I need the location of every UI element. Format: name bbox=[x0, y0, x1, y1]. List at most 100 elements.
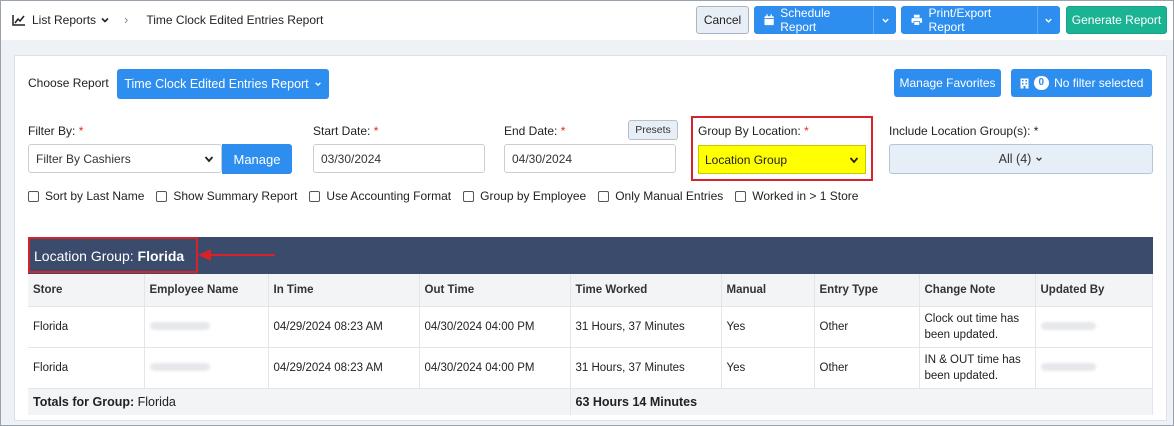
include-location-groups-select[interactable]: All (4) bbox=[889, 144, 1153, 174]
chevron-right-icon: › bbox=[124, 12, 129, 27]
cell-employee-name bbox=[144, 305, 269, 347]
filter-by-select[interactable]: Filter By Cashiers bbox=[28, 144, 222, 173]
calendar-icon bbox=[764, 14, 774, 26]
checkbox-sort-by-last-name[interactable]: Sort by Last Name bbox=[28, 189, 144, 203]
checkbox-label: Group by Employee bbox=[480, 189, 587, 203]
report-table: Store Employee Name In Time Out Time Tim… bbox=[28, 274, 1153, 415]
col-updated-by[interactable]: Updated By bbox=[1035, 274, 1153, 306]
col-manual[interactable]: Manual bbox=[721, 274, 815, 306]
chevron-down-icon[interactable] bbox=[1036, 6, 1060, 34]
checkbox-box[interactable] bbox=[463, 190, 475, 202]
chevron-down-icon bbox=[1036, 157, 1043, 162]
end-date-label-text: End Date: bbox=[504, 124, 558, 138]
checkbox-label: Use Accounting Format bbox=[326, 189, 452, 203]
chevron-down-icon bbox=[314, 82, 321, 87]
cell-manual: Yes bbox=[721, 346, 815, 388]
start-date-input[interactable]: 03/30/2024 bbox=[313, 144, 485, 173]
chevron-down-icon[interactable] bbox=[873, 6, 896, 34]
col-in-time[interactable]: In Time bbox=[268, 274, 420, 306]
col-out-time[interactable]: Out Time bbox=[419, 274, 571, 306]
col-entry-type[interactable]: Entry Type bbox=[814, 274, 920, 306]
col-store[interactable]: Store bbox=[28, 274, 145, 306]
checkbox-only-manual-entries[interactable]: Only Manual Entries bbox=[598, 189, 723, 203]
end-date-label: End Date: * bbox=[504, 124, 565, 138]
include-location-groups-value: All (4) bbox=[998, 152, 1032, 166]
presets-button[interactable]: Presets bbox=[628, 120, 678, 140]
cell-out-time: 04/30/2024 04:00 PM bbox=[419, 346, 571, 388]
schedule-report-label: Schedule Report bbox=[780, 6, 831, 34]
generate-report-button[interactable]: Generate Report bbox=[1066, 6, 1167, 34]
chevron-down-icon bbox=[204, 155, 214, 162]
print-export-button[interactable]: Print/Export Report bbox=[901, 6, 1060, 34]
include-location-groups-label: Include Location Group(s): * bbox=[889, 124, 1038, 138]
cell-employee-name bbox=[144, 346, 269, 388]
annotation-highlight-box bbox=[28, 237, 198, 273]
cell-change-note: IN & OUT time has been updated. bbox=[919, 346, 1036, 388]
checkbox-box[interactable] bbox=[598, 190, 610, 202]
start-date-label: Start Date: * bbox=[313, 124, 378, 138]
print-export-label: Print/Export Report bbox=[928, 6, 992, 34]
filter-by-label: Filter By: * bbox=[28, 124, 83, 138]
choose-report-value: Time Clock Edited Entries Report bbox=[124, 77, 309, 91]
redacted-text bbox=[1040, 321, 1096, 330]
checkbox-label: Only Manual Entries bbox=[615, 189, 724, 203]
table-row: Florida 04/29/2024 08:23 AM 04/30/2024 0… bbox=[28, 346, 1153, 388]
checkbox-use-accounting-format[interactable]: Use Accounting Format bbox=[309, 189, 451, 203]
cell-entry-type: Other bbox=[814, 346, 920, 388]
redacted-text bbox=[1040, 362, 1096, 371]
cell-change-note: Clock out time has been updated. bbox=[919, 305, 1036, 347]
end-date-input[interactable]: 04/30/2024 bbox=[504, 144, 676, 173]
list-reports-menu[interactable]: List Reports bbox=[32, 13, 96, 27]
cell-in-time: 04/29/2024 08:23 AM bbox=[268, 346, 420, 388]
cell-out-time: 04/30/2024 04:00 PM bbox=[419, 305, 571, 347]
breadcrumb-current: Time Clock Edited Entries Report bbox=[146, 12, 324, 27]
checkbox-label: Worked in > 1 Store bbox=[752, 189, 859, 203]
totals-group-name: Florida bbox=[137, 394, 176, 409]
checkbox-worked-in-multiple-stores[interactable]: Worked in > 1 Store bbox=[735, 189, 858, 203]
top-bar: List Reports › Time Clock Edited Entries… bbox=[0, 0, 1174, 40]
chart-icon bbox=[12, 14, 25, 26]
schedule-report-button[interactable]: Schedule Report bbox=[754, 6, 896, 34]
table-row: Florida 04/29/2024 08:23 AM 04/30/2024 0… bbox=[28, 305, 1153, 347]
totals-value: 63 Hours 14 Minutes bbox=[570, 387, 1153, 415]
filter-by-value: Filter By Cashiers bbox=[36, 151, 131, 166]
checkbox-box[interactable] bbox=[156, 190, 168, 202]
required-mark: * bbox=[78, 124, 84, 138]
checkbox-show-summary-report[interactable]: Show Summary Report bbox=[156, 189, 297, 203]
redacted-text bbox=[149, 321, 210, 330]
col-employee-name[interactable]: Employee Name bbox=[144, 274, 269, 306]
manage-favorites-button[interactable]: Manage Favorites bbox=[894, 69, 1001, 97]
manage-button[interactable]: Manage bbox=[222, 144, 292, 174]
totals-row: Totals for Group: Florida 63 Hours 14 Mi… bbox=[28, 387, 1153, 415]
cell-store: Florida bbox=[28, 305, 145, 347]
checkbox-box[interactable] bbox=[309, 190, 321, 202]
checkbox-group-by-employee[interactable]: Group by Employee bbox=[463, 189, 586, 203]
checkbox-box[interactable] bbox=[28, 190, 39, 202]
choose-report-dropdown[interactable]: Time Clock Edited Entries Report bbox=[117, 69, 329, 99]
printer-icon bbox=[911, 14, 923, 26]
required-mark: * bbox=[560, 124, 566, 138]
cell-time-worked: 31 Hours, 37 Minutes bbox=[570, 305, 722, 347]
cell-entry-type: Other bbox=[814, 305, 920, 347]
required-mark: * bbox=[373, 124, 379, 138]
cell-updated-by bbox=[1035, 305, 1153, 347]
breadcrumb: List Reports › Time Clock Edited Entries… bbox=[12, 12, 323, 27]
redacted-text bbox=[149, 362, 210, 371]
checkbox-box[interactable] bbox=[735, 190, 747, 202]
choose-report-label: Choose Report bbox=[28, 76, 109, 90]
chevron-down-icon[interactable] bbox=[100, 15, 110, 25]
report-panel: Choose Report Time Clock Edited Entries … bbox=[14, 55, 1167, 421]
col-time-worked[interactable]: Time Worked bbox=[570, 274, 722, 306]
start-date-label-text: Start Date: bbox=[313, 124, 371, 138]
building-icon bbox=[1020, 78, 1029, 88]
table-header-row: Store Employee Name In Time Out Time Tim… bbox=[28, 274, 1153, 306]
annotation-arrow-icon bbox=[198, 249, 275, 261]
filter-status-button[interactable]: 0 No filter selected bbox=[1011, 69, 1152, 97]
cell-updated-by bbox=[1035, 346, 1153, 388]
include-label-text: Include Location Group(s): bbox=[889, 124, 1031, 138]
col-change-note[interactable]: Change Note bbox=[919, 274, 1036, 306]
cancel-button[interactable]: Cancel bbox=[696, 6, 749, 34]
cell-store: Florida bbox=[28, 346, 145, 388]
cell-manual: Yes bbox=[721, 305, 815, 347]
cell-in-time: 04/29/2024 08:23 AM bbox=[268, 305, 420, 347]
